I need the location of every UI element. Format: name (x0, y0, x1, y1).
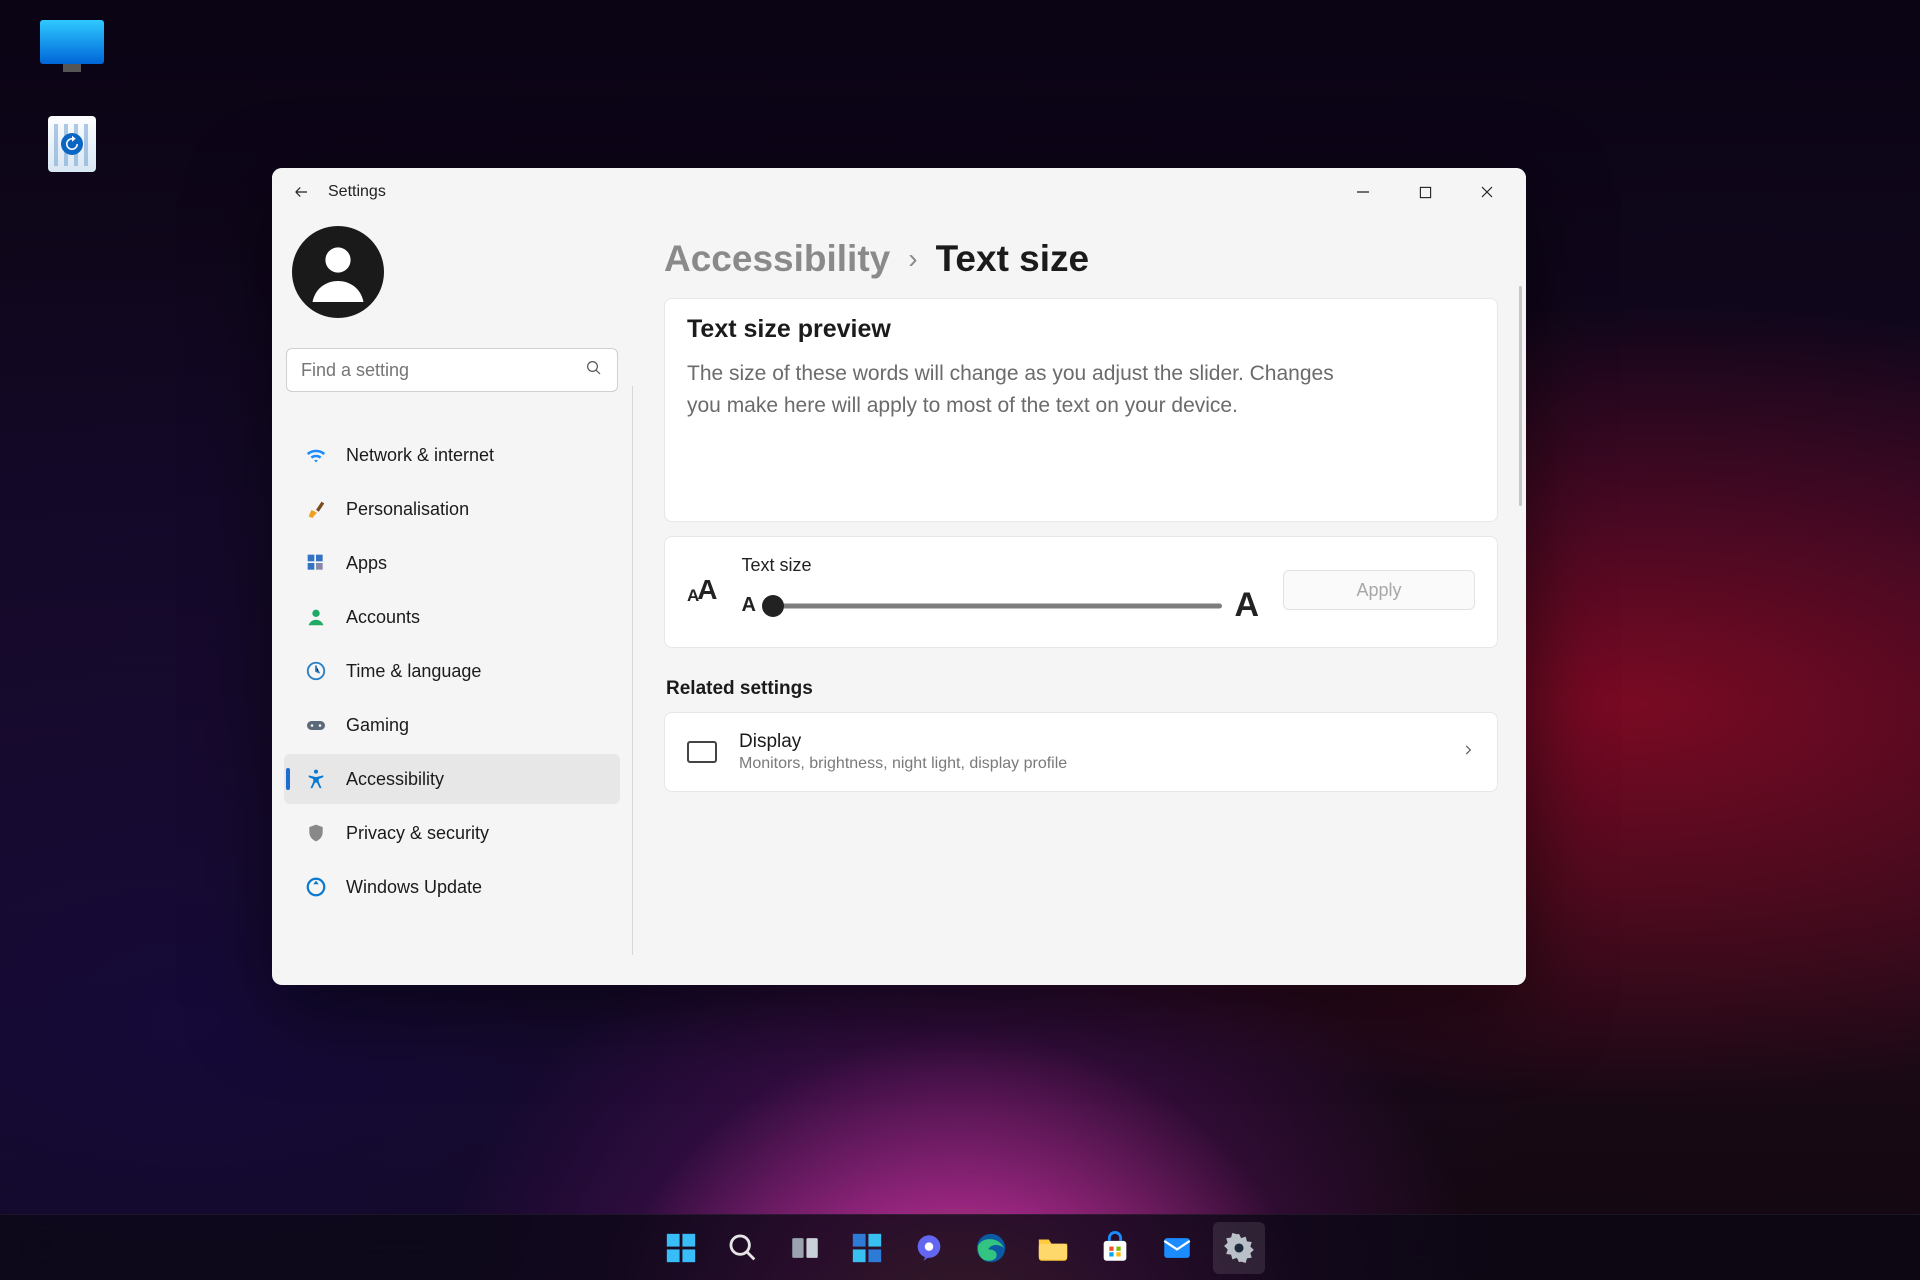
taskbar-mail[interactable] (1151, 1222, 1203, 1274)
nav-label: Gaming (346, 715, 409, 736)
chevron-right-icon (1461, 743, 1475, 762)
gamepad-icon (304, 713, 328, 737)
shield-icon (304, 821, 328, 845)
nav: Network & internet Personalisation Apps … (284, 430, 620, 912)
desktop-icon-recycle-bin[interactable] (26, 116, 118, 172)
slider-label: Text size (742, 555, 1259, 576)
text-size-slider-card: AA Text size A A Apply (664, 536, 1498, 648)
nav-privacy-security[interactable]: Privacy & security (284, 808, 620, 858)
back-button[interactable] (284, 175, 318, 209)
recycle-bin-icon (48, 116, 96, 172)
breadcrumb: Accessibility › Text size (664, 238, 1498, 280)
settings-window: Settings (272, 168, 1526, 985)
globe-clock-icon (304, 659, 328, 683)
nav-label: Apps (346, 553, 387, 574)
titlebar: Settings (272, 168, 1526, 216)
slider-track (768, 603, 1222, 608)
maximize-icon (1419, 186, 1432, 199)
nav-apps[interactable]: Apps (284, 538, 620, 588)
taskbar-widgets[interactable] (841, 1222, 893, 1274)
scale-max-label: A (1234, 586, 1259, 625)
edge-icon (974, 1231, 1008, 1265)
slider-thumb[interactable] (762, 595, 784, 617)
paintbrush-icon (304, 497, 328, 521)
related-title: Display (739, 731, 1439, 753)
taskbar-edge[interactable] (965, 1222, 1017, 1274)
task-view-icon (788, 1231, 822, 1265)
wifi-icon (304, 443, 328, 467)
page-title: Text size (936, 238, 1090, 280)
nav-label: Accounts (346, 607, 420, 628)
content: Accessibility › Text size Text size prev… (632, 216, 1526, 985)
sidebar: Network & internet Personalisation Apps … (272, 216, 632, 985)
scale-min-label: A (742, 594, 756, 617)
search-input[interactable] (301, 360, 585, 381)
minimize-icon (1356, 185, 1370, 199)
preview-heading: Text size preview (687, 315, 1475, 344)
windows-icon (664, 1231, 698, 1265)
user-avatar[interactable] (292, 226, 384, 318)
breadcrumb-root[interactable]: Accessibility (664, 238, 890, 280)
vertical-divider (632, 386, 633, 955)
nav-label: Privacy & security (346, 823, 489, 844)
app-title: Settings (328, 183, 386, 201)
display-icon (687, 741, 717, 763)
nav-time-language[interactable]: Time & language (284, 646, 620, 696)
taskbar (0, 1214, 1920, 1280)
nav-personalisation[interactable]: Personalisation (284, 484, 620, 534)
nav-network-internet[interactable]: Network & internet (284, 430, 620, 480)
search-box[interactable] (286, 348, 618, 392)
related-subtitle: Monitors, brightness, night light, displ… (739, 755, 1439, 773)
desktop-icon-this-pc[interactable] (26, 20, 118, 64)
mail-icon (1160, 1231, 1194, 1265)
arrow-left-icon (292, 183, 310, 201)
taskbar-explorer[interactable] (1027, 1222, 1079, 1274)
widgets-icon (850, 1231, 884, 1265)
taskbar-settings[interactable] (1213, 1222, 1265, 1274)
minimize-button[interactable] (1332, 170, 1394, 214)
text-size-icon: AA (687, 574, 718, 606)
search-icon (726, 1231, 760, 1265)
close-icon (1480, 185, 1494, 199)
desktop: Settings (0, 0, 1920, 1280)
update-icon (304, 875, 328, 899)
apps-icon (304, 551, 328, 575)
gear-icon (1222, 1231, 1256, 1265)
nav-label: Time & language (346, 661, 481, 682)
taskbar-store[interactable] (1089, 1222, 1141, 1274)
maximize-button[interactable] (1394, 170, 1456, 214)
nav-gaming[interactable]: Gaming (284, 700, 620, 750)
nav-label: Personalisation (346, 499, 469, 520)
nav-accessibility[interactable]: Accessibility (284, 754, 620, 804)
chevron-right-icon: › (908, 243, 917, 275)
nav-windows-update[interactable]: Windows Update (284, 862, 620, 912)
accessibility-icon (304, 767, 328, 791)
text-size-slider[interactable] (768, 594, 1222, 618)
nav-label: Network & internet (346, 445, 494, 466)
task-view[interactable] (779, 1222, 831, 1274)
monitor-icon (40, 20, 104, 64)
person-icon (302, 236, 374, 308)
chat-icon (912, 1231, 946, 1265)
scrollbar[interactable] (1519, 286, 1522, 506)
taskbar-chat[interactable] (903, 1222, 955, 1274)
nav-accounts[interactable]: Accounts (284, 592, 620, 642)
search-icon (585, 359, 603, 382)
close-button[interactable] (1456, 170, 1518, 214)
account-icon (304, 605, 328, 629)
folder-icon (1036, 1231, 1070, 1265)
store-icon (1098, 1231, 1132, 1265)
nav-label: Windows Update (346, 877, 482, 898)
preview-body: The size of these words will change as y… (687, 358, 1347, 421)
desktop-icons (26, 20, 118, 172)
text-size-preview-card: Text size preview The size of these word… (664, 298, 1498, 522)
nav-label: Accessibility (346, 769, 444, 790)
apply-button: Apply (1283, 570, 1475, 610)
related-display-card[interactable]: Display Monitors, brightness, night ligh… (664, 712, 1498, 792)
related-settings-header: Related settings (666, 678, 1498, 700)
start-button[interactable] (655, 1222, 707, 1274)
taskbar-search[interactable] (717, 1222, 769, 1274)
